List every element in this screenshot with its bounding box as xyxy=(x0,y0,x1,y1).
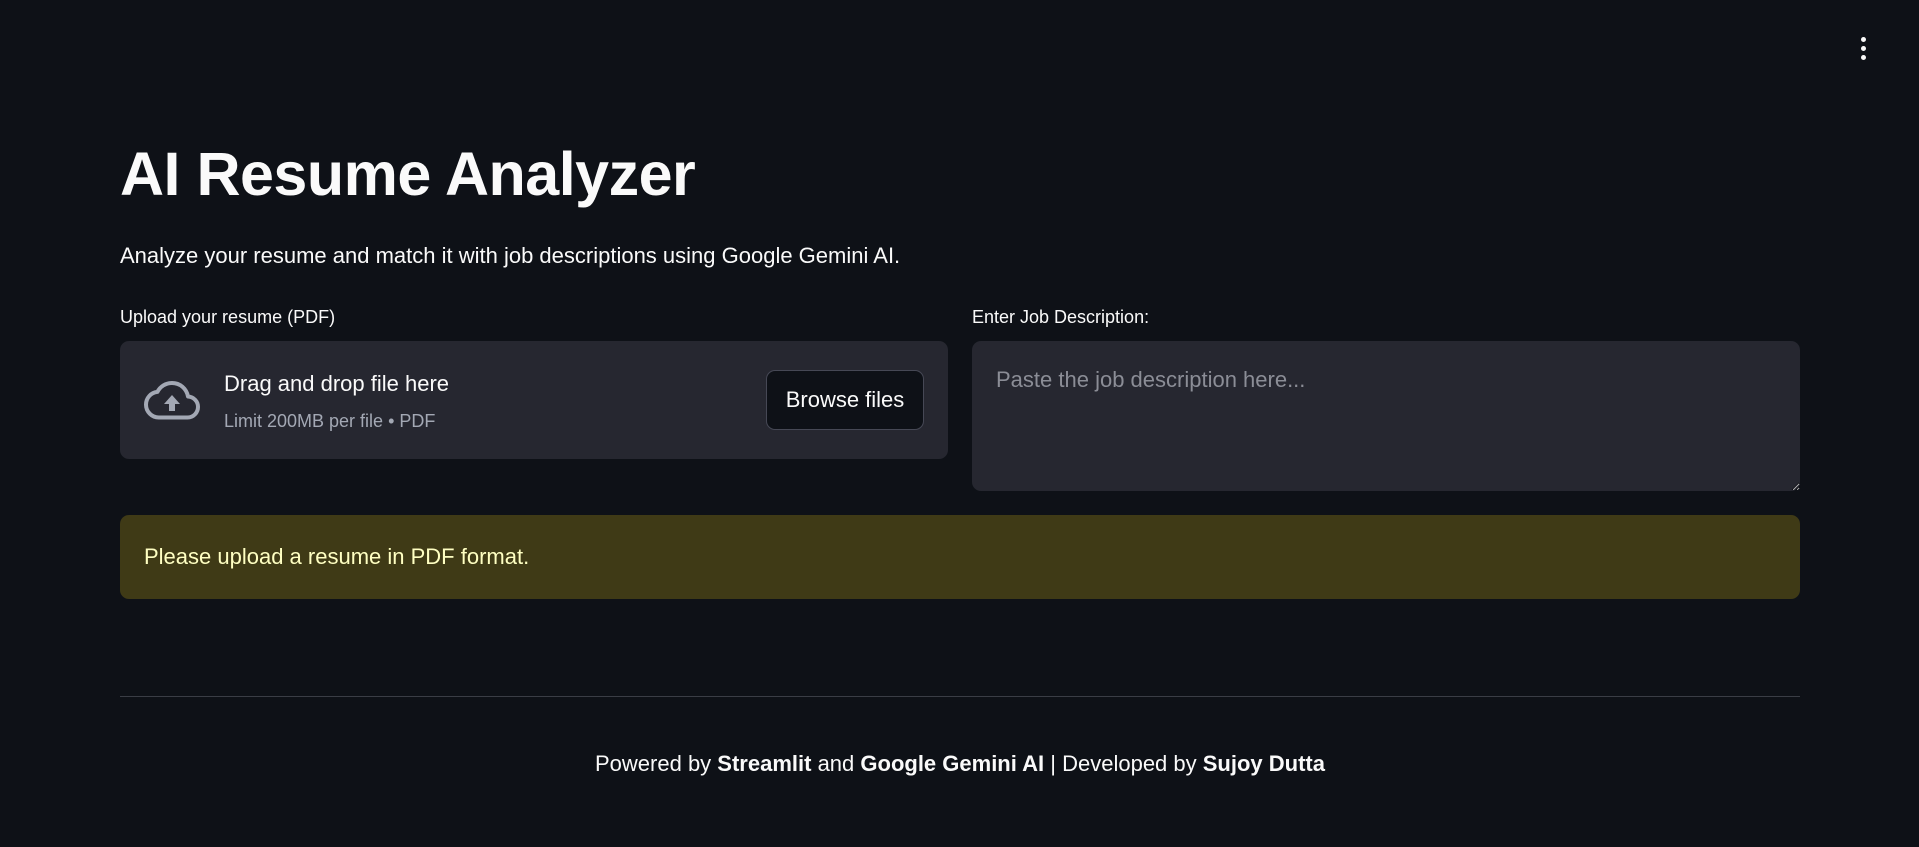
menu-dot xyxy=(1860,45,1866,51)
page-subtitle: Analyze your resume and match it with jo… xyxy=(120,243,901,268)
cloud-upload-icon xyxy=(144,381,200,420)
menu-dot xyxy=(1860,36,1866,42)
browse-files-button[interactable]: Browse files xyxy=(766,370,924,430)
warning-alert: Please upload a resume in PDF format. xyxy=(120,515,1800,599)
resume-upload-label: Upload your resume (PDF) xyxy=(120,307,336,327)
footer-text: | Developed by xyxy=(1044,751,1203,776)
warning-message: Please upload a resume in PDF format. xyxy=(144,544,530,569)
footer-brand-streamlit: Streamlit xyxy=(717,751,812,776)
footer-text: Powered by xyxy=(595,751,718,776)
resume-file-dropzone[interactable]: Drag and drop file here Limit 200MB per … xyxy=(120,341,948,459)
dropzone-instructions: Drag and drop file here xyxy=(224,371,450,396)
footer-credits: Powered by Streamlit and Google Gemini A… xyxy=(120,749,1800,779)
menu-dot xyxy=(1860,54,1866,60)
main-menu-button[interactable] xyxy=(1852,36,1874,60)
footer-divider xyxy=(120,696,1800,697)
job-description-label: Enter Job Description: xyxy=(972,307,1150,327)
footer-brand-gemini: Google Gemini AI xyxy=(860,751,1045,776)
footer-text: and xyxy=(811,751,861,776)
dropzone-file-limit: Limit 200MB per file • PDF xyxy=(224,411,436,431)
job-description-input[interactable] xyxy=(972,341,1800,491)
page-title: AI Resume Analyzer xyxy=(120,140,696,208)
footer-author: Sujoy Dutta xyxy=(1202,751,1325,776)
